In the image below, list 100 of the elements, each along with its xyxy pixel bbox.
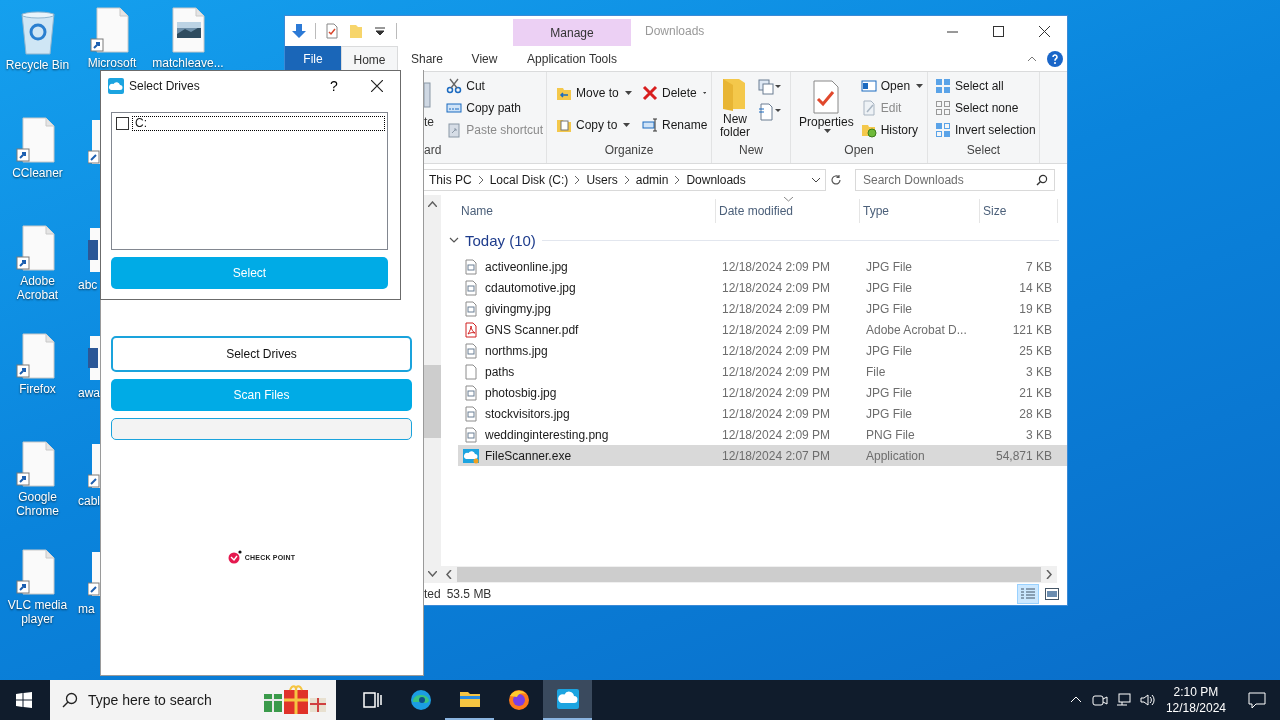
ribbon-button[interactable]: Cut <box>443 75 546 97</box>
horizontal-scrollbar[interactable] <box>441 566 1057 583</box>
desktop-icon-label[interactable]: Firefox <box>19 382 56 396</box>
file-name: paths <box>485 364 515 379</box>
file-row[interactable]: photosbig.jpg 12/18/2024 2:09 PM JPG File 21 KB <box>458 382 1067 403</box>
file-row[interactable]: GNS Scanner.pdf 12/18/2024 2:09 PM Adobe Acrobat D... 121 KB <box>458 319 1067 340</box>
scroll-thumb[interactable] <box>457 567 1041 582</box>
breadcrumb[interactable]: Local Disk (C:) <box>489 172 569 187</box>
download-arrow-icon[interactable] <box>291 23 307 39</box>
search-field[interactable]: Search Downloads <box>855 168 1055 191</box>
shortcut-file-icon[interactable] <box>88 550 100 598</box>
group-caption: Open <box>843 143 875 159</box>
ribbon-button[interactable]: History <box>857 119 927 141</box>
help-button[interactable]: ? <box>314 78 354 94</box>
paste-label[interactable]: te <box>424 115 434 129</box>
dropdown-icon[interactable] <box>811 176 821 183</box>
scroll-left-icon[interactable] <box>446 570 452 579</box>
ribbon-button[interactable]: Select none <box>932 97 1039 119</box>
ribbon-button[interactable]: Select all <box>932 75 1039 97</box>
scroll-thumb[interactable] <box>424 365 441 438</box>
file-name: activeonline.jpg <box>485 259 568 274</box>
firefox-browser-icon[interactable] <box>506 688 531 712</box>
ribbon-tab[interactable]: Application Tools <box>513 46 631 71</box>
word-document-icon[interactable] <box>88 334 100 382</box>
file-row[interactable]: FileScanner.exe 12/18/2024 2:07 PM Application 54,871 KB <box>458 445 1067 466</box>
close-icon[interactable] <box>1038 25 1050 37</box>
refresh-icon[interactable] <box>830 173 842 186</box>
file-row[interactable]: northms.jpg 12/18/2024 2:09 PM JPG File 25 KB <box>458 340 1067 361</box>
ribbon-button[interactable]: Open <box>857 75 927 97</box>
breadcrumb[interactable]: This PC <box>429 172 472 187</box>
column-header[interactable]: Size <box>980 199 1058 223</box>
breadcrumb[interactable]: Downloads <box>686 172 746 187</box>
help-icon[interactable] <box>1047 50 1063 67</box>
file-row[interactable]: cdautomotive.jpg 12/18/2024 2:09 PM JPG File 14 KB <box>458 277 1067 298</box>
ribbon-button[interactable]: Delete <box>639 78 709 107</box>
search-icon <box>1036 173 1048 186</box>
notifications-icon[interactable] <box>1248 691 1266 709</box>
scroll-right-icon[interactable] <box>1046 570 1052 579</box>
new-folder-button[interactable]: New folder <box>712 75 758 143</box>
file-name: photosbig.jpg <box>485 385 557 400</box>
file-row[interactable]: givingmy.jpg 12/18/2024 2:09 PM JPG File 19 KB <box>458 298 1067 319</box>
shortcut-file-icon[interactable] <box>88 118 100 166</box>
clipboard-icon <box>446 122 463 138</box>
desktop-icon-label[interactable]: Google Chrome <box>1 490 74 518</box>
file-name: weddinginteresting.png <box>485 427 609 442</box>
edge-browser-icon[interactable] <box>408 688 433 712</box>
size-cell-text: 21 KB <box>1018 385 1053 400</box>
file-row[interactable]: weddinginteresting.png 12/18/2024 2:09 PM PNG File 3 KB <box>458 424 1067 445</box>
desktop-icon-label[interactable]: awa <box>78 386 100 401</box>
properties-button[interactable]: Properties <box>795 75 858 143</box>
cloud-app-icon[interactable] <box>555 687 580 711</box>
ribbon-tab[interactable]: File <box>285 46 341 71</box>
address-bar[interactable]: This PC Local Disk (C:) Users admin Downloads <box>424 168 826 191</box>
scroll-down-icon[interactable] <box>428 571 437 577</box>
ribbon-tab[interactable]: View <box>456 46 513 71</box>
group-caption: New <box>738 143 764 159</box>
camera-icon[interactable] <box>1091 692 1108 708</box>
maximize-icon[interactable] <box>992 25 1004 37</box>
properties-icon[interactable] <box>324 23 340 39</box>
file-row[interactable]: paths 12/18/2024 2:09 PM File 3 KB <box>458 361 1067 382</box>
file-row[interactable]: stockvisitors.jpg 12/18/2024 2:09 PM JPG File 28 KB <box>458 403 1067 424</box>
type-cell-text: JPG File <box>865 301 913 316</box>
ribbon-tab[interactable]: Share <box>398 46 456 71</box>
clock-date[interactable]: 12/18/2024 <box>1165 700 1226 716</box>
size-cell-text: 14 KB <box>1018 280 1053 295</box>
windows-logo-icon[interactable] <box>16 692 32 708</box>
group-header[interactable]: Today (10) <box>465 231 536 249</box>
desktop-icon-label[interactable]: cabl <box>78 494 100 509</box>
ribbon-tab[interactable]: Home <box>341 46 398 72</box>
network-icon[interactable] <box>1115 692 1132 708</box>
ribbon-button[interactable]: Copy path <box>443 97 546 119</box>
word-document-icon[interactable] <box>88 226 100 274</box>
collapse-ribbon-icon[interactable] <box>1027 55 1037 62</box>
vertical-scrollbar[interactable] <box>424 195 441 583</box>
large-icons-view-icon[interactable] <box>1045 588 1059 600</box>
size-cell-text: 54,871 KB <box>994 448 1053 463</box>
cloud-app-icon <box>108 78 124 94</box>
ribbon-button[interactable]: Invert selection <box>932 119 1039 141</box>
app-button[interactable]: Select Drives <box>111 336 412 372</box>
easy-access-icon[interactable] <box>758 103 782 121</box>
chevron-icon[interactable] <box>449 235 459 245</box>
drive-label[interactable]: C: <box>132 116 385 131</box>
breadcrumb[interactable]: Users <box>586 172 618 187</box>
scroll-up-icon[interactable] <box>428 201 437 207</box>
file-row[interactable]: activeonline.jpg 12/18/2024 2:09 PM JPG File 7 KB <box>458 256 1067 277</box>
ribbon-button[interactable]: Copy to <box>553 110 639 140</box>
column-header[interactable]: Date modified <box>716 199 860 223</box>
desktop-icon-label[interactable]: VLC media player <box>1 598 74 626</box>
ribbon-button[interactable]: Move to <box>553 78 639 107</box>
column-header[interactable]: Type <box>860 199 980 223</box>
desktop-icon-label[interactable]: ma <box>78 602 95 617</box>
breadcrumb[interactable]: admin <box>635 172 669 187</box>
checkbox[interactable] <box>116 117 129 130</box>
ribbon-button[interactable]: Rename <box>639 110 709 140</box>
new-item-icon[interactable] <box>758 79 782 97</box>
close-icon[interactable] <box>371 80 383 92</box>
volume-icon[interactable] <box>1139 692 1156 708</box>
column-header[interactable]: Name <box>458 199 716 223</box>
clock-time[interactable]: 2:10 PM <box>1173 684 1219 700</box>
shortcut-file-icon[interactable] <box>88 442 100 490</box>
